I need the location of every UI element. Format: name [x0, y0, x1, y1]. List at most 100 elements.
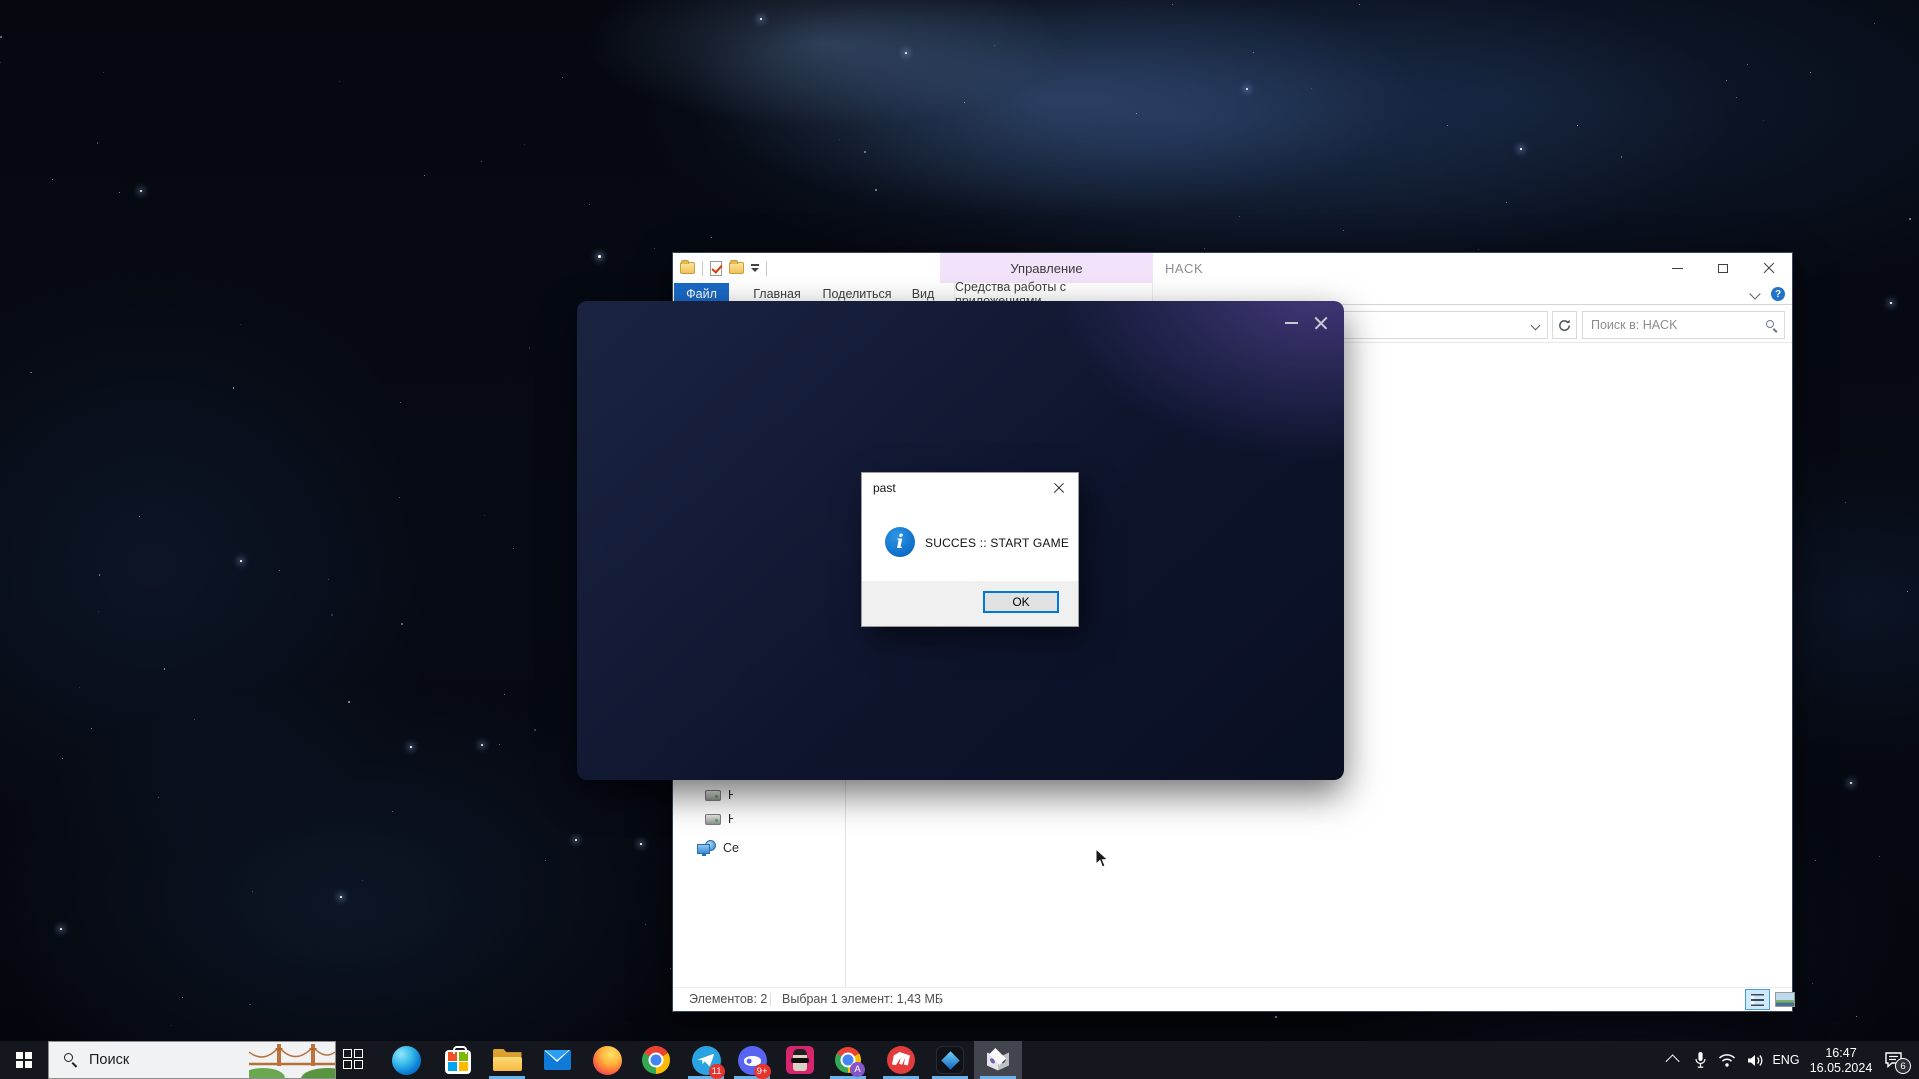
thumbnails-view-button[interactable] [1775, 992, 1795, 1007]
chrome-profile-badge: A [850, 1062, 865, 1077]
folder-icon[interactable] [680, 262, 695, 274]
status-bar: Элементов: 2 Выбран 1 элемент: 1,43 МБ [673, 987, 1792, 1011]
taskbar-app-edge[interactable] [382, 1041, 430, 1079]
search-placeholder: Поиск [89, 1052, 129, 1068]
firefox-icon [593, 1046, 622, 1075]
start-button[interactable] [0, 1041, 48, 1079]
chrome-icon: A [835, 1047, 861, 1073]
close-icon [1054, 483, 1065, 494]
telegram-icon: 11 [692, 1046, 721, 1075]
help-button[interactable]: ? [1771, 287, 1785, 301]
discord-icon: 9+ [738, 1046, 767, 1075]
photo-app-icon [786, 1046, 814, 1074]
properties-check-icon[interactable] [710, 261, 722, 276]
ribbon-expand-chevron-icon[interactable] [1749, 288, 1760, 299]
taskbar-app-chrome-profile[interactable]: A [824, 1041, 872, 1079]
items-count: Элементов: 2 [689, 992, 767, 1006]
search-input[interactable]: Поиск в: HACK [1582, 311, 1785, 339]
desktop-wallpaper: Управление HACK Файл Главная Поделиться … [0, 0, 1919, 1079]
diamond-app-icon [936, 1046, 964, 1074]
taskbar-app-riot[interactable] [877, 1041, 925, 1079]
contextual-tab-group: Управление [940, 253, 1153, 283]
clock-time: 16:47 [1825, 1046, 1856, 1061]
chrome-icon [642, 1046, 670, 1074]
taskbar-app-firefox[interactable] [583, 1041, 631, 1079]
window-title: HACK [1165, 253, 1203, 283]
search-placeholder: Поиск в: HACK [1591, 318, 1677, 332]
close-icon [1764, 263, 1775, 274]
dialog-close-button[interactable] [1048, 478, 1070, 498]
task-view-button[interactable] [330, 1041, 378, 1079]
info-icon: i [885, 527, 915, 557]
tray-network[interactable] [1714, 1041, 1740, 1079]
notification-count-badge: 6 [1895, 1058, 1911, 1074]
search-highlight-image [249, 1042, 335, 1078]
network-icon [697, 840, 716, 856]
drive-icon [705, 814, 721, 825]
search-icon [64, 1053, 73, 1062]
tray-microphone[interactable] [1688, 1041, 1712, 1079]
mail-icon [544, 1050, 571, 1070]
new-folder-icon[interactable] [729, 262, 744, 274]
ok-button[interactable]: OK [983, 591, 1059, 613]
separator [766, 261, 767, 276]
telegram-badge: 11 [709, 1064, 725, 1079]
speaker-icon [1747, 1053, 1764, 1068]
taskbar-app-chrome[interactable] [632, 1041, 680, 1079]
taskbar-app-diamond[interactable] [926, 1041, 974, 1079]
dialog-footer: OK [862, 581, 1078, 626]
clock-date: 16.05.2024 [1810, 1061, 1873, 1076]
quick-access-toolbar [680, 253, 767, 283]
game-close-button[interactable] [1306, 309, 1336, 337]
search-icon [1766, 320, 1774, 328]
separator [770, 993, 771, 1006]
mouse-cursor [1095, 848, 1110, 869]
taskbar-app-active-game[interactable] [974, 1041, 1022, 1079]
drive-icon [705, 790, 721, 801]
discord-badge: 9+ [754, 1064, 771, 1079]
message-dialog: past i SUCCES :: START GAME OK [861, 472, 1079, 627]
task-view-icon [343, 1049, 365, 1071]
taskbar-search-box[interactable]: Поиск [48, 1041, 336, 1079]
taskbar-app-mail[interactable] [533, 1041, 581, 1079]
language-indicator: ENG [1772, 1053, 1799, 1067]
explorer-titlebar: Управление HACK [673, 253, 1792, 283]
maximize-button[interactable] [1700, 253, 1746, 283]
dialog-title: past [873, 481, 896, 495]
game-minimize-button[interactable] [1276, 309, 1306, 337]
qat-customize-dropdown-icon[interactable] [751, 264, 759, 272]
sidebar-item-network[interactable]: Сеть [697, 839, 739, 857]
tray-language[interactable]: ENG [1768, 1041, 1804, 1079]
minimize-button[interactable] [1654, 253, 1700, 283]
tray-overflow-button[interactable] [1662, 1041, 1686, 1079]
taskbar-app-file-explorer[interactable] [483, 1041, 531, 1079]
address-dropdown-chevron-icon[interactable] [1531, 321, 1541, 331]
details-view-icon [1751, 994, 1764, 1006]
sidebar-item-drive2[interactable]: Новый том [705, 810, 733, 828]
dialog-message: SUCCES :: START GAME [925, 536, 1069, 550]
refresh-button[interactable] [1552, 311, 1577, 339]
chevron-up-icon [1666, 1054, 1680, 1068]
riot-games-icon [887, 1046, 915, 1074]
edge-icon [392, 1046, 421, 1075]
separator [702, 261, 703, 276]
taskbar-app-store[interactable] [434, 1041, 482, 1079]
store-icon [445, 1050, 471, 1074]
close-button[interactable] [1746, 253, 1792, 283]
wifi-icon [1718, 1053, 1736, 1067]
file-explorer-icon [493, 1049, 522, 1071]
windows-logo-icon [16, 1052, 32, 1068]
taskbar-app-photo[interactable] [776, 1041, 824, 1079]
maximize-icon [1718, 264, 1728, 273]
separator [939, 993, 940, 1006]
details-view-button[interactable] [1745, 989, 1770, 1010]
taskbar-app-discord[interactable]: 9+ [728, 1041, 776, 1079]
minimize-icon [1285, 322, 1298, 324]
taskbar-app-telegram[interactable]: 11 [682, 1041, 730, 1079]
close-icon [1315, 317, 1328, 330]
minimize-icon [1672, 268, 1683, 269]
selection-info: Выбран 1 элемент: 1,43 МБ [782, 992, 943, 1006]
sidebar-item-drive1[interactable]: Новый том [705, 786, 733, 804]
tray-clock[interactable]: 16:47 16.05.2024 [1804, 1044, 1878, 1078]
tray-volume[interactable] [1742, 1041, 1768, 1079]
